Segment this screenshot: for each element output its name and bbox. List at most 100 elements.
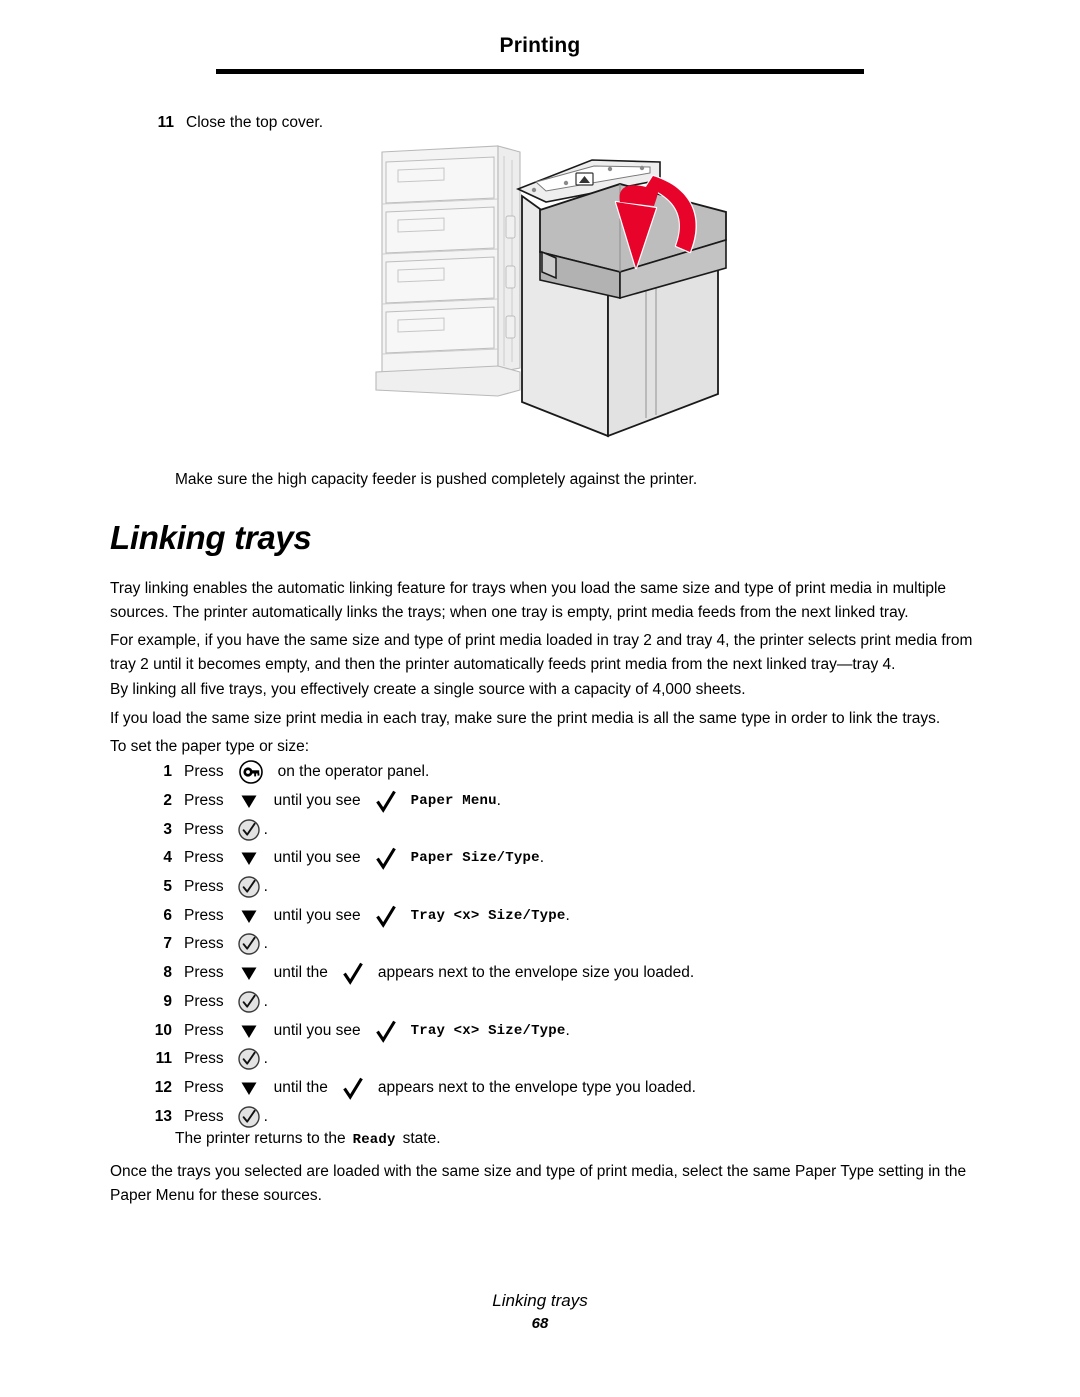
step-period: . [263, 820, 268, 838]
paragraph-tray-linking-intro: Tray linking enables the automatic linki… [110, 580, 947, 621]
check-circle-icon [237, 818, 261, 842]
note-prefix: The printer returns to the [175, 1130, 346, 1147]
step-number: 13 [154, 1107, 172, 1125]
step-number: 4 [163, 849, 172, 867]
down-triangle-icon [238, 1020, 260, 1042]
step-number: 3 [163, 820, 172, 838]
step-display-text: Tray <x> Size/Type [410, 1022, 566, 1039]
note-state-ready: Ready [352, 1132, 396, 1148]
step-mid-text: until the [273, 1078, 328, 1096]
paragraph-capacity: By linking all five trays, you effective… [110, 681, 746, 698]
step-text: Close the top cover. [186, 114, 323, 131]
step-number: 2 [163, 792, 172, 810]
paragraph-same-type: If you load the same size print media in… [110, 710, 941, 727]
step-number: 10 [154, 1021, 172, 1039]
step-row: 4 Press until you see Paper Size/Type. [140, 844, 940, 873]
step-body: Press. [184, 818, 268, 842]
section-heading-linking-trays: Linking trays [110, 519, 312, 556]
step-row: 11 Press. [140, 1045, 940, 1074]
step-press-label: Press [184, 1021, 224, 1039]
check-icon [375, 846, 397, 871]
step-number: 1 [163, 763, 172, 781]
step-number: 12 [154, 1078, 172, 1096]
down-triangle-icon [238, 962, 260, 984]
check-icon [342, 961, 364, 986]
step-period: . [263, 992, 268, 1010]
step-row: 7 Press. [140, 930, 940, 959]
key-icon [238, 759, 264, 785]
step-press-label: Press [184, 849, 224, 867]
step-press-label: Press [184, 1078, 224, 1096]
step-press-label: Press [184, 992, 224, 1010]
step-number: 6 [163, 906, 172, 924]
step-body: Press on the operator panel. [184, 759, 429, 785]
numbered-steps-list: 1 Press on the operator panel. 2 Press until … [140, 758, 940, 1131]
step-period: . [496, 792, 501, 810]
step-press-label: Press [184, 964, 224, 982]
step-row: 10 Press until you see Tray <x> Size/Type. [140, 1016, 940, 1045]
paragraph-closing: Once the trays you selected are loaded w… [110, 1163, 967, 1204]
step-number: 5 [163, 878, 172, 896]
footer-page-number: 68 [531, 1315, 549, 1332]
check-circle-icon [237, 990, 261, 1014]
header-divider [216, 69, 864, 74]
step-mid-text: until you see [273, 906, 361, 924]
note-suffix: state. [402, 1130, 441, 1147]
step-display-text: Paper Menu [410, 793, 497, 810]
step-tail-text: appears next to the envelope type you lo… [377, 1078, 696, 1096]
step-mid-text: until the [273, 964, 328, 982]
paragraph-example: For example, if you have the same size a… [110, 632, 973, 673]
step-period: . [539, 849, 544, 867]
step-body: Press. [184, 932, 268, 956]
step-body: Press until you see Paper Size/Type. [184, 846, 544, 871]
page-header-title: Printing [499, 34, 581, 57]
step-body: Press until you see Paper Menu. [184, 789, 501, 813]
step-number: 11 [155, 1050, 172, 1068]
step-row: 3 Press. [140, 815, 940, 844]
step-body: Press. [184, 1047, 268, 1071]
step-body: Press. [184, 875, 268, 899]
printer-ready-note: The printer returns to the Ready state. [175, 1130, 441, 1148]
step-row: 2 Press until you see Paper Menu. [140, 787, 940, 816]
step-tail-text: on the operator panel. [277, 763, 430, 781]
step-number: 7 [163, 935, 172, 953]
check-circle-icon [237, 1105, 261, 1129]
step-body: Press until you see Tray <x> Size/Type. [184, 1019, 570, 1043]
down-triangle-icon [238, 790, 260, 812]
step-press-label: Press [184, 935, 224, 953]
step-mid-text: until you see [273, 792, 361, 810]
step-row: 6 Press until you see Tray <x> Size/Type. [140, 901, 940, 930]
step-mid-text: until you see [273, 849, 361, 867]
footer-section-title: Linking trays [492, 1291, 588, 1310]
step-period: . [263, 1050, 268, 1068]
step-number: 11 [157, 114, 174, 131]
step-display-text: Paper Size/Type [410, 850, 540, 867]
step-row: 5 Press. [140, 873, 940, 902]
step-period: . [263, 878, 268, 896]
step-press-label: Press [184, 1107, 224, 1125]
step-number: 8 [163, 964, 172, 982]
check-circle-icon [237, 1047, 261, 1071]
step-11-close-top-cover: 11 Close the top cover. [140, 113, 323, 133]
step-press-label: Press [184, 763, 224, 781]
step-period: . [565, 1021, 570, 1039]
step-number: 9 [163, 992, 172, 1010]
step-period: . [565, 906, 570, 924]
check-icon [375, 904, 397, 928]
down-triangle-icon [238, 905, 260, 927]
step-press-label: Press [184, 792, 224, 810]
step-display-text: Tray <x> Size/Type [410, 907, 566, 924]
step-row: 8 Press until the appears next to the envel… [140, 959, 940, 988]
down-triangle-icon [238, 847, 260, 869]
check-icon [375, 1019, 397, 1043]
step-body: Press until the appears next to the envelo… [184, 1076, 696, 1100]
step-row: 12 Press until the appears next to the enve… [140, 1074, 940, 1103]
down-triangle-icon [238, 1077, 260, 1099]
step-tail-text: appears next to the envelope size you lo… [377, 964, 695, 982]
step-press-label: Press [184, 1050, 224, 1068]
step-press-label: Press [184, 878, 224, 896]
printer-illustration [370, 140, 760, 470]
step-body: Press. [184, 1105, 268, 1129]
step-row: 9 Press. [140, 988, 940, 1017]
check-circle-icon [237, 932, 261, 956]
